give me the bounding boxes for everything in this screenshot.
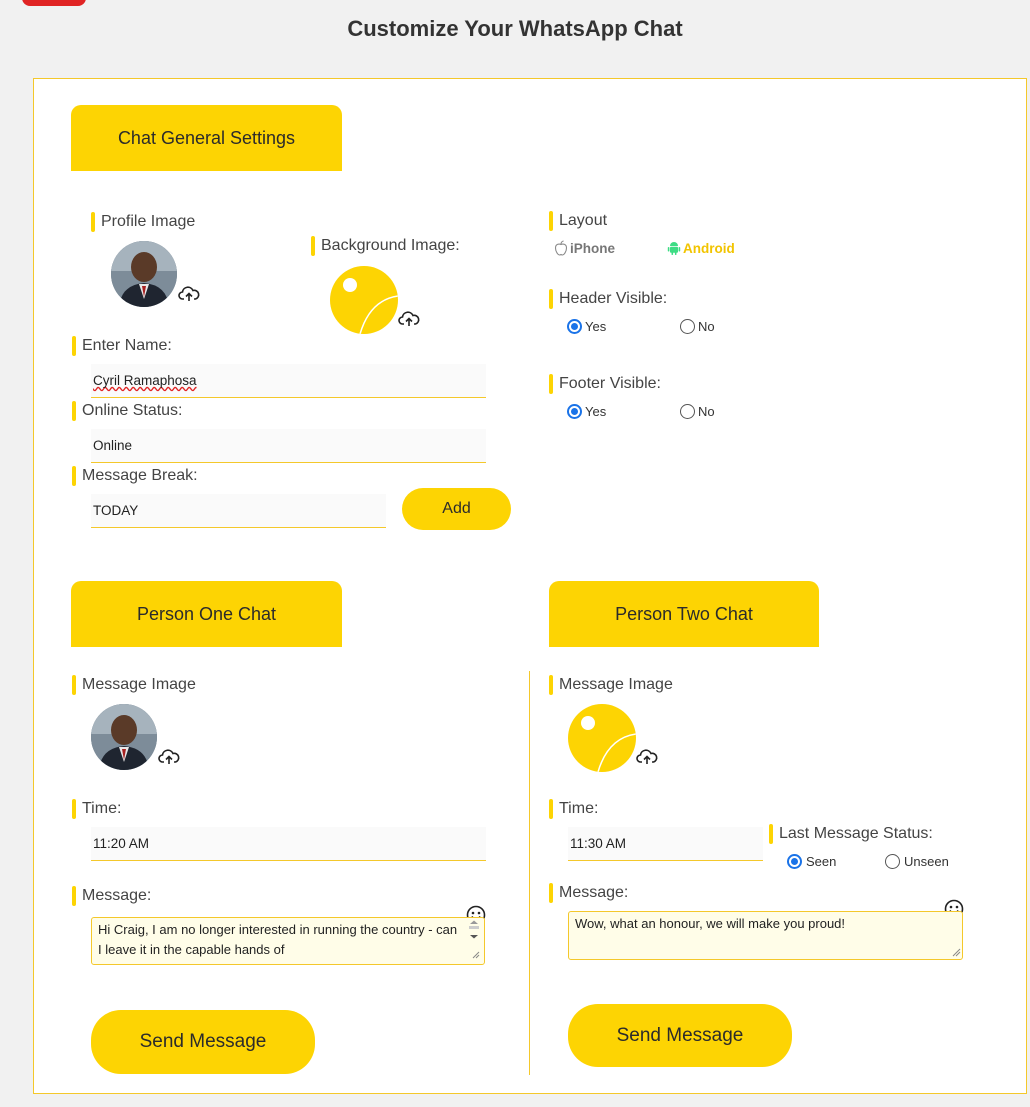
p2-seen-radio[interactable]: Seen	[787, 854, 836, 869]
layout-android-label: Android	[683, 240, 735, 256]
background-image-label: Background Image:	[311, 236, 460, 256]
upload-p2-image-icon[interactable]	[636, 748, 658, 766]
p2-seen-label: Seen	[806, 854, 837, 869]
p1-message-textarea[interactable]: Hi Craig, I am no longer interested in r…	[91, 917, 485, 965]
p1-time-input[interactable]: 11:20 AM	[91, 827, 486, 861]
enter-name-label: Enter Name:	[72, 336, 172, 356]
tab-chat-general-settings[interactable]: Chat General Settings	[71, 105, 342, 171]
upload-p1-image-icon[interactable]	[158, 748, 180, 766]
p2-time-input[interactable]: 11:30 AM	[568, 827, 763, 861]
scrollbar[interactable]	[467, 920, 481, 960]
online-status-input[interactable]: Online	[91, 429, 486, 463]
apple-icon	[554, 240, 568, 256]
upload-profile-icon[interactable]	[178, 285, 200, 303]
p2-message-textarea[interactable]: Wow, what an honour, we will make you pr…	[568, 911, 963, 960]
radio-selected-icon	[567, 319, 582, 334]
name-input-value: Cyril Ramaphosa	[93, 373, 197, 388]
p2-unseen-label: Unseen	[904, 854, 949, 869]
radio-selected-icon	[787, 854, 802, 869]
android-icon	[667, 242, 681, 255]
layout-label: Layout	[549, 211, 607, 231]
header-yes-label: Yes	[585, 319, 607, 334]
radio-unselected-icon	[680, 404, 695, 419]
placeholder-image-icon	[581, 716, 636, 772]
footer-no-label: No	[698, 404, 715, 419]
radio-selected-icon	[567, 404, 582, 419]
page-title: Customize Your WhatsApp Chat	[347, 16, 683, 41]
upload-background-icon[interactable]	[398, 310, 420, 328]
profile-avatar[interactable]	[111, 241, 177, 307]
p2-message-label: Message:	[549, 883, 628, 903]
p1-message-label: Message:	[72, 886, 151, 906]
message-break-input[interactable]: TODAY	[91, 494, 386, 528]
footer-yes-label: Yes	[585, 404, 607, 419]
p2-message-image-preview[interactable]	[568, 704, 636, 772]
resize-handle-icon[interactable]	[951, 947, 961, 957]
background-image-preview[interactable]	[330, 266, 398, 334]
p2-send-message-button[interactable]: Send Message	[568, 1004, 792, 1067]
header-visible-label: Header Visible:	[549, 289, 667, 309]
p1-send-message-button[interactable]: Send Message	[91, 1010, 315, 1074]
header-yes-radio[interactable]: Yes	[567, 319, 606, 334]
profile-image-label: Profile Image	[91, 212, 195, 232]
column-divider	[529, 671, 530, 1075]
p2-message-image-label: Message Image	[549, 675, 673, 695]
radio-unselected-icon	[885, 854, 900, 869]
layout-option-android[interactable]: Android	[667, 240, 735, 256]
message-break-label: Message Break:	[72, 466, 198, 486]
person-photo-icon	[111, 241, 177, 307]
layout-option-iphone[interactable]: iPhone	[554, 240, 615, 256]
p1-message-avatar[interactable]	[91, 704, 157, 770]
footer-visible-label: Footer Visible:	[549, 374, 661, 394]
tab-person-one-chat[interactable]: Person One Chat	[71, 581, 342, 647]
p2-last-status-label: Last Message Status:	[769, 824, 933, 844]
online-status-label: Online Status:	[72, 401, 183, 421]
footer-yes-radio[interactable]: Yes	[567, 404, 606, 419]
header-no-radio[interactable]: No	[680, 319, 715, 334]
top-corner-tab	[22, 0, 86, 6]
radio-unselected-icon	[680, 319, 695, 334]
name-input[interactable]: Cyril Ramaphosa	[91, 364, 486, 398]
add-break-button[interactable]: Add	[402, 488, 511, 530]
placeholder-image-icon	[343, 278, 398, 334]
layout-iphone-label: iPhone	[570, 240, 616, 256]
p1-message-image-label: Message Image	[72, 675, 196, 695]
p1-time-label: Time:	[72, 799, 121, 819]
footer-no-radio[interactable]: No	[680, 404, 715, 419]
person-photo-icon	[91, 704, 157, 770]
p2-unseen-radio[interactable]: Unseen	[885, 854, 949, 869]
header-no-label: No	[698, 319, 715, 334]
tab-person-two-chat[interactable]: Person Two Chat	[549, 581, 819, 647]
p2-time-label: Time:	[549, 799, 598, 819]
